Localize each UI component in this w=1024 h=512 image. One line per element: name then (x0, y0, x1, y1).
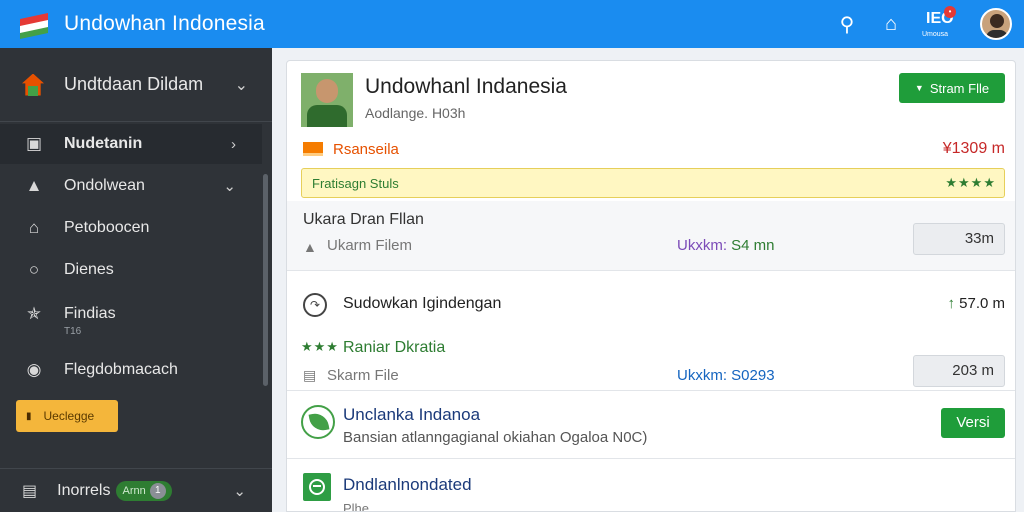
clock-icon: ↷ (303, 293, 327, 317)
sidebar-item-label: Ondolwean (64, 177, 145, 194)
notice-bar[interactable]: Fratisagn Stuls ★★★★ (301, 168, 1005, 198)
notification-badge: • (944, 6, 956, 18)
green-badge-icon (303, 473, 331, 501)
sidebar-item-label: Flegdobmacach (64, 361, 178, 378)
list-icon: ▤ (22, 482, 38, 500)
sidebar-item-findias[interactable]: ✯ Findias (0, 294, 262, 334)
stat-value: S0293 (731, 367, 775, 384)
chevron-down-icon: ⌄ (223, 178, 236, 195)
item-subtitle: Ukarm Filem (327, 237, 412, 254)
stat-key: Ukxkm: (677, 237, 727, 254)
image-icon: ▣ (25, 134, 43, 153)
sidebar-item-sub: T16 (64, 326, 82, 337)
region-row[interactable]: Rsanseila ¥1309 m (287, 137, 1015, 165)
notice-stars: ★★★★ (945, 175, 996, 190)
version-button[interactable]: Versi (941, 408, 1005, 438)
chevron-right-icon: › (231, 135, 236, 153)
item-value: ↑ 57.0 m (947, 295, 1005, 312)
chevron-down-icon: ⌄ (233, 482, 246, 500)
upgrade-label: Ueclegge (43, 409, 95, 423)
sidebar-item-label: Petoboocen (64, 219, 150, 236)
rating-name: Raniar Dkratia (343, 339, 446, 356)
sidebar-item-petoboocen[interactable]: ⌂ Petoboocen (0, 208, 262, 248)
item-stat: Ukxkm: S0293 (677, 367, 775, 384)
region-name: Rsanseila (333, 141, 399, 158)
caret-down-icon: ▼ (914, 83, 924, 93)
top-actions: ⚲ ⌂ IEO • Umousa (834, 0, 1012, 48)
sidebar-footer[interactable]: ▤ Inorrels Arnn 1 ⌄ (0, 468, 272, 512)
item-subtitle: Skarm File (327, 367, 399, 384)
puzzle-icon: ✯ (26, 304, 42, 323)
home-icon: ⌂ (28, 218, 40, 237)
size-field[interactable]: 33m (913, 223, 1005, 255)
badge-text: Arnn (122, 484, 146, 497)
item-stat: Ukxkm: S4 mn (677, 237, 775, 254)
badge-count: 1 (149, 482, 166, 499)
app-logo-icon[interactable] (20, 10, 50, 39)
file-icon: ▤ (303, 367, 317, 383)
sidebar-item-ondolwean[interactable]: ▲ Ondolwean ⌄ (0, 166, 262, 206)
item-value-text: 57.0 m (959, 295, 1005, 312)
stream-file-label: Stram Flle (929, 80, 990, 96)
chevron-down-icon: ⌄ (234, 76, 248, 94)
app-title: Undowhan Indonesia (64, 12, 265, 35)
notification-button[interactable]: IEO • Umousa (922, 4, 962, 44)
sidebar-item-flegdobmacach[interactable]: ◉ Flegdobmacach (0, 350, 262, 390)
sidebar-item-label: Nudetanin (64, 135, 143, 152)
top-bar: Undowhan Indonesia ⚲ ⌂ IEO • Umousa (0, 0, 1024, 48)
sidebar-item-nudetanin[interactable]: ▣ Nudetanin › (0, 124, 262, 164)
notice-text: Fratisagn Stuls (312, 176, 399, 191)
sidebar-item-dienes[interactable]: ○ Dienes (0, 250, 262, 290)
lock-icon: ▮ (26, 410, 32, 422)
sidebar-scrollbar[interactable] (263, 174, 268, 386)
list-item[interactable]: ↷ Sudowkan Igindengan ↑ 57.0 m ★★★ Rania… (287, 271, 1015, 391)
home-icon[interactable]: ⌂ (878, 13, 904, 36)
size-field[interactable]: 203 m (913, 355, 1005, 387)
stat-key: Ukxkm: (677, 367, 727, 384)
key-icon[interactable]: ⚲ (834, 12, 860, 37)
region-value: ¥1309 m (942, 140, 1005, 157)
stream-file-button[interactable]: ▼ Stram Flle (899, 73, 1005, 103)
user-avatar[interactable] (980, 8, 1012, 40)
item-title: Ukara Dran Fllan (303, 211, 424, 228)
list-item[interactable]: Ukara Dran Fllan ▲ Ukarm Filem Ukxkm: S4… (287, 201, 1015, 271)
item-subtitle: Plhe (343, 501, 370, 512)
arrow-up-icon: ↑ (947, 295, 955, 312)
bell-icon: ▲ (25, 176, 43, 195)
list-item[interactable]: Dndlanlnondated Plhe (287, 459, 1015, 512)
film-icon: ▲ (303, 239, 317, 255)
panel-header: Undowhanl Indanesia Aodlange. H03h ▼ Str… (287, 61, 1015, 133)
sidebar-item-label: Dienes (64, 261, 114, 278)
stat-value: S4 mn (731, 237, 775, 254)
house-flag-icon (20, 72, 46, 98)
circle-icon: ○ (28, 260, 40, 279)
profile-photo (301, 73, 353, 127)
main-panel: Undowhanl Indanesia Aodlange. H03h ▼ Str… (286, 60, 1016, 512)
notification-caption: Umousa (922, 31, 949, 38)
upgrade-button[interactable]: ▮ Ueclegge (16, 400, 118, 432)
sidebar-header[interactable]: Undtdaan Dildam ⌄ (0, 48, 272, 122)
flag-icon (303, 142, 323, 156)
item-title: Unclanka Indanoa (343, 405, 481, 424)
sidebar-header-label: Undtdaan Dildam (64, 74, 204, 94)
list-item[interactable]: Unclanka Indanoa Bansian atlanngagianal … (287, 391, 1015, 459)
item-title: Dndlanlnondated (343, 475, 472, 494)
page-title: Undowhanl Indanesia (365, 75, 567, 98)
location-icon: ◉ (26, 360, 42, 379)
status-badge: Arnn 1 (116, 480, 172, 501)
sidebar-item-label: Findias (64, 305, 116, 322)
sidebar: Undtdaan Dildam ⌄ ▣ Nudetanin › ▲ Ondolw… (0, 48, 272, 512)
rating-stars: ★★★ (301, 339, 339, 354)
sidebar-footer-label: Inorrels (57, 481, 111, 499)
leaf-icon (301, 405, 335, 439)
page-subtitle: Aodlange. H03h (365, 105, 466, 121)
item-subtitle: Bansian atlanngagianal okiahan Ogaloa N0… (343, 429, 648, 446)
item-title: Sudowkan Igindengan (343, 295, 502, 312)
